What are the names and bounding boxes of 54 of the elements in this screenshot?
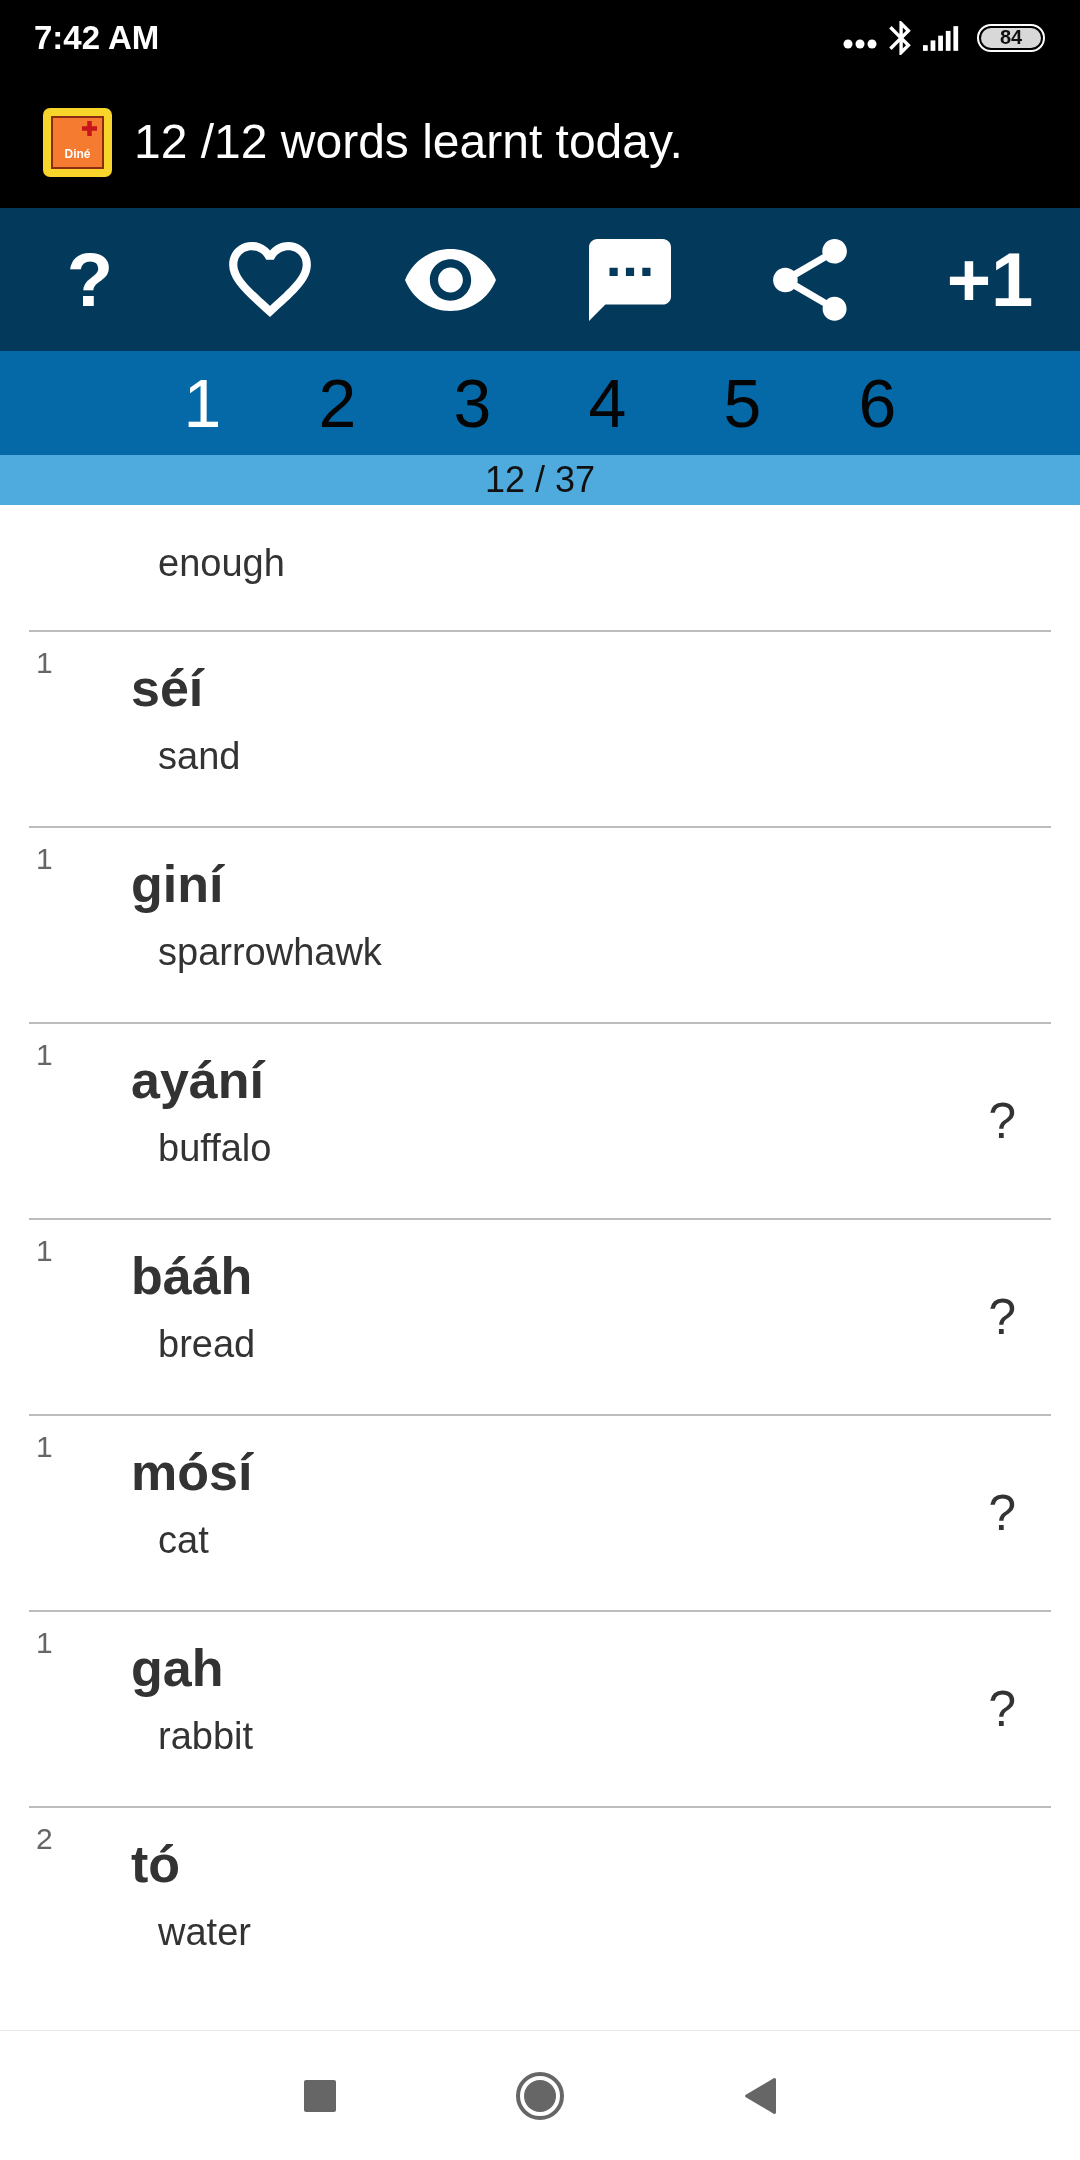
- back-icon[interactable]: [744, 2077, 776, 2114]
- cross-icon: [82, 120, 97, 136]
- translation-text: sparrowhawk: [158, 930, 383, 974]
- word-title: ayání: [131, 1050, 267, 1110]
- battery-percentage: 84: [981, 28, 1041, 48]
- translation-text: enough: [158, 541, 286, 585]
- word-title: bááh: [131, 1246, 254, 1306]
- word-title: tó: [131, 1834, 182, 1894]
- count-label: 2: [36, 1822, 53, 1855]
- number-tab[interactable]: 4: [540, 363, 675, 443]
- word-title: mósí: [131, 1442, 255, 1502]
- screen-title: 12 /12 words learnt today.: [134, 114, 683, 170]
- view-button[interactable]: [404, 248, 496, 311]
- count-label: 1: [36, 1234, 53, 1267]
- comment-button[interactable]: [589, 238, 671, 321]
- toolbar-button[interactable]: ?: [66, 239, 114, 320]
- share-icon: [773, 238, 847, 321]
- translation-text: buffalo: [158, 1126, 273, 1170]
- count-label: 1: [36, 1626, 53, 1659]
- number-tab[interactable]: 6: [810, 363, 945, 443]
- more-dots-icon: [843, 39, 877, 49]
- favorite-button[interactable]: [229, 242, 311, 317]
- bluetooth-icon: [889, 21, 911, 55]
- signal-icon: [923, 25, 961, 51]
- translation-text: water: [158, 1910, 252, 1954]
- number-tab[interactable]: 1: [135, 363, 270, 443]
- logo-text: Diné: [64, 146, 91, 161]
- heart-icon: [229, 242, 311, 317]
- count-label: 1: [36, 1430, 53, 1463]
- toolbar-button[interactable]: +1: [946, 239, 1034, 320]
- count-label: 1: [36, 1038, 53, 1071]
- share-button[interactable]: [773, 238, 847, 321]
- number-tab[interactable]: 3: [405, 363, 540, 443]
- translation-text: bread: [158, 1322, 257, 1366]
- number-tab[interactable]: 5: [675, 363, 810, 443]
- count-label: 1: [36, 842, 53, 875]
- eye-icon: [404, 248, 496, 311]
- question-mark: ?: [988, 1485, 1016, 1541]
- status-time: 7:42 AM: [34, 18, 160, 58]
- question-mark: ?: [988, 1289, 1016, 1345]
- count-label: 1: [36, 646, 53, 679]
- question-mark: ?: [988, 1093, 1016, 1149]
- chat-bubble-icon: [589, 238, 671, 321]
- word-title: séí: [131, 658, 206, 718]
- home-icon[interactable]: [516, 2071, 564, 2120]
- square-icon[interactable]: [304, 2079, 336, 2112]
- translation-text: cat: [158, 1518, 210, 1562]
- question-mark: ?: [988, 1681, 1016, 1737]
- word-title: gah: [131, 1638, 225, 1698]
- translation-text: rabbit: [158, 1714, 255, 1758]
- progress-counter: 12 / 37: [484, 458, 596, 502]
- word-title: giní: [131, 854, 226, 914]
- translation-text: sand: [158, 734, 242, 778]
- number-tab[interactable]: 2: [270, 363, 405, 443]
